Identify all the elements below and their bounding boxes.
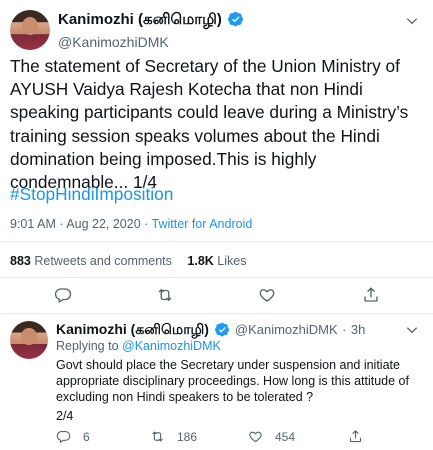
chevron-down-icon[interactable] xyxy=(405,323,419,342)
like-button[interactable] xyxy=(258,286,276,304)
retweet-button[interactable] xyxy=(156,286,174,304)
reply-icon xyxy=(56,430,71,444)
reply-retweet-button[interactable]: 186 xyxy=(150,429,197,444)
meta-separator: · xyxy=(140,217,152,231)
author-avatar[interactable] xyxy=(10,10,50,50)
reply-share-button[interactable] xyxy=(348,429,363,444)
reply-author-name[interactable]: Kanimozhi (கனிமொழி) xyxy=(56,321,209,337)
tweet-meta: 9:01 AM · Aug 22, 2020 · Twitter for And… xyxy=(10,217,252,231)
replying-to: Replying to @KanimozhiDMK xyxy=(56,339,221,353)
tweet-text: The statement of Secretary of the Union … xyxy=(10,55,425,194)
retweet-icon xyxy=(158,288,172,302)
likes-label: Likes xyxy=(217,254,247,268)
replying-handle[interactable]: @KanimozhiDMK xyxy=(122,339,221,353)
retweets-count: 883 xyxy=(10,254,31,268)
like-icon xyxy=(259,289,275,302)
likes-count: 1.8K xyxy=(187,254,214,268)
replying-prefix: Replying to xyxy=(56,339,123,353)
likes-stat[interactable]: 1.8K Likes xyxy=(187,254,246,268)
reply-button[interactable] xyxy=(54,286,72,304)
retweets-stat[interactable]: 883 Retweets and comments xyxy=(10,254,175,268)
tweet-body: The statement of Secretary of the Union … xyxy=(10,56,409,193)
reply-age[interactable]: 3h xyxy=(351,322,365,337)
reply-retweet-count: 186 xyxy=(177,429,198,444)
reply-dot: · xyxy=(342,322,347,337)
divider xyxy=(0,313,433,314)
tweet-timestamp[interactable]: 9:01 AM · Aug 22, 2020 xyxy=(10,217,141,231)
author-header[interactable]: Kanimozhi (கனிமொழி) @KanimozhiDMK xyxy=(58,11,244,50)
reply-reply-button[interactable]: 6 xyxy=(56,429,90,444)
reply-icon xyxy=(54,288,72,303)
reply-author-avatar[interactable] xyxy=(10,321,48,359)
tweet-stats: 883 Retweets and comments 1.8K Likes xyxy=(10,254,246,268)
tweet-source[interactable]: Twitter for Android xyxy=(152,217,253,231)
share-icon xyxy=(349,430,362,443)
thread-index: 2/4 xyxy=(56,409,74,423)
verified-badge-icon xyxy=(228,11,244,32)
share-icon xyxy=(364,287,378,302)
retweet-icon xyxy=(152,431,163,442)
reply-text: Govt should place the Secretary under su… xyxy=(56,358,409,405)
reply-author-handle[interactable]: @KanimozhiDMK xyxy=(235,322,338,337)
author-handle[interactable]: @KanimozhiDMK xyxy=(58,34,244,50)
reply-count: 6 xyxy=(83,429,90,444)
reply-like-count: 454 xyxy=(275,429,296,444)
share-button[interactable] xyxy=(362,286,380,304)
hashtag-link[interactable]: #StopHindiImposition xyxy=(10,184,173,205)
retweets-label: Retweets and comments xyxy=(34,254,172,268)
like-icon xyxy=(249,431,262,443)
chevron-down-icon[interactable] xyxy=(405,14,419,33)
divider xyxy=(0,277,433,278)
author-name[interactable]: Kanimozhi (கனிமொழி) xyxy=(58,11,222,28)
divider xyxy=(0,241,433,242)
reply-like-button[interactable]: 454 xyxy=(248,429,295,444)
